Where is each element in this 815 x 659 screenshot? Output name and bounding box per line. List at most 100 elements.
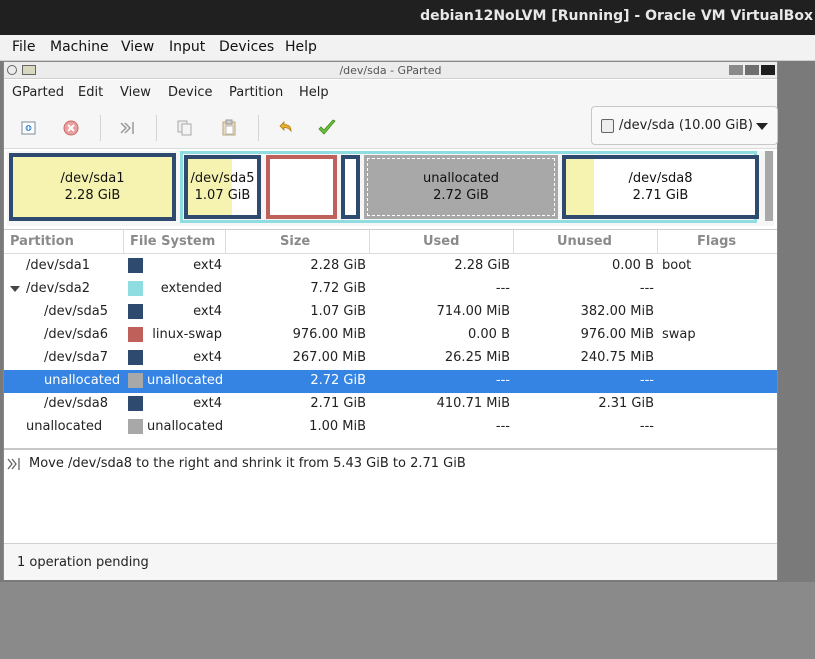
vbox-titlebar: debian12NoLVM [Running] - Oracle VM Virt… bbox=[0, 0, 815, 35]
cell-size: 2.72 GiB bbox=[310, 373, 366, 388]
vbox-menu-view[interactable]: View bbox=[121, 39, 154, 55]
diskmap-unallocated-end[interactable] bbox=[765, 151, 773, 221]
menu-gparted[interactable]: GParted bbox=[12, 85, 64, 100]
cell-used: --- bbox=[495, 419, 510, 434]
cell-unused: 976.00 MiB bbox=[580, 327, 654, 342]
cell-file-system: extended bbox=[160, 281, 222, 296]
menu-view[interactable]: View bbox=[120, 85, 151, 100]
table-row[interactable]: /dev/sda7 ext4 267.00 MiB 26.25 MiB 240.75 M… bbox=[4, 347, 777, 370]
cell-partition: unallocated bbox=[26, 419, 103, 434]
cell-partition: unallocated bbox=[44, 373, 121, 388]
resize-move-icon[interactable] bbox=[114, 115, 140, 141]
gparted-titlebar: /dev/sda - GParted bbox=[4, 62, 777, 79]
cell-file-system: ext4 bbox=[193, 350, 222, 365]
filesystem-color-swatch bbox=[128, 258, 143, 273]
filesystem-color-swatch bbox=[128, 396, 143, 411]
diskmap-sda1[interactable]: /dev/sda1 2.28 GiB bbox=[9, 153, 176, 221]
cell-file-system: unallocated bbox=[147, 373, 224, 388]
cell-size: 1.07 GiB bbox=[310, 304, 366, 319]
cell-unused: 382.00 MiB bbox=[580, 304, 654, 319]
gparted-window-title: /dev/sda - GParted bbox=[339, 64, 442, 77]
filesystem-color-swatch bbox=[128, 304, 143, 319]
diskmap-sda6[interactable] bbox=[266, 155, 337, 219]
diskmap-sda1-label: /dev/sda1 bbox=[60, 171, 125, 186]
table-row[interactable]: /dev/sda1 ext4 2.28 GiB 2.28 GiB 0.00 B boot bbox=[4, 255, 777, 278]
vbox-menu-machine[interactable]: Machine bbox=[50, 39, 109, 55]
pending-operations-pane: Move /dev/sda8 to the right and shrink i… bbox=[4, 448, 777, 543]
table-row[interactable]: unallocated unallocated 1.00 MiB --- --- bbox=[4, 416, 777, 439]
column-flags[interactable]: Flags bbox=[658, 230, 777, 254]
cell-partition: /dev/sda7 bbox=[44, 350, 108, 365]
filesystem-color-swatch bbox=[128, 281, 143, 296]
vbox-menu-help[interactable]: Help bbox=[285, 39, 317, 55]
toolbar-separator bbox=[258, 115, 259, 141]
diskmap-unallocated-label: unallocated bbox=[422, 171, 500, 186]
menu-partition[interactable]: Partition bbox=[229, 85, 283, 100]
cell-size: 2.28 GiB bbox=[310, 258, 366, 273]
paste-icon[interactable] bbox=[216, 115, 242, 141]
vbox-menu-file[interactable]: File bbox=[12, 39, 35, 55]
diskmap-unallocated-size: 2.72 GiB bbox=[433, 188, 489, 203]
diskmap-sda5-size: 1.07 GiB bbox=[194, 188, 251, 203]
menu-edit[interactable]: Edit bbox=[78, 85, 103, 100]
column-file-system[interactable]: File System bbox=[124, 230, 226, 254]
cell-size: 1.00 MiB bbox=[309, 419, 366, 434]
cell-file-system: ext4 bbox=[193, 258, 222, 273]
vbox-menubar: File Machine View Input Devices Help bbox=[0, 35, 815, 61]
maximize-button[interactable] bbox=[745, 65, 759, 75]
column-size[interactable]: Size bbox=[226, 230, 370, 254]
device-selector[interactable]: /dev/sda (10.00 GiB) bbox=[591, 106, 778, 145]
cell-flags: boot bbox=[662, 258, 692, 273]
cell-used: 714.00 MiB bbox=[436, 304, 510, 319]
diskmap-sda8-label: /dev/sda8 bbox=[628, 171, 693, 186]
cell-file-system: unallocated bbox=[147, 419, 224, 434]
cell-unused: 2.31 GiB bbox=[598, 396, 654, 411]
disk-icon bbox=[601, 119, 614, 133]
partition-table: Partition File System Size Used Unused F… bbox=[4, 229, 777, 449]
delete-partition-icon[interactable] bbox=[58, 115, 84, 141]
apply-icon[interactable] bbox=[314, 115, 340, 141]
cell-size: 2.71 GiB bbox=[310, 396, 366, 411]
new-partition-icon[interactable] bbox=[16, 115, 42, 141]
diskmap-sda5[interactable]: /dev/sda5 1.07 GiB bbox=[184, 155, 261, 219]
column-unused[interactable]: Unused bbox=[514, 230, 658, 254]
vbox-menu-input[interactable]: Input bbox=[169, 39, 205, 55]
cell-file-system: ext4 bbox=[193, 304, 222, 319]
table-row[interactable]: unallocated unallocated 2.72 GiB --- --- bbox=[4, 370, 777, 393]
cell-used: 410.71 MiB bbox=[436, 396, 510, 411]
vbox-menu-devices[interactable]: Devices bbox=[219, 39, 274, 55]
cell-size: 7.72 GiB bbox=[310, 281, 366, 296]
status-text: 1 operation pending bbox=[17, 555, 149, 570]
cell-file-system: ext4 bbox=[193, 396, 222, 411]
minimize-button[interactable] bbox=[729, 65, 743, 75]
filesystem-color-swatch bbox=[128, 373, 143, 388]
menu-device[interactable]: Device bbox=[168, 85, 212, 100]
diskmap-sda8[interactable]: /dev/sda8 2.71 GiB bbox=[562, 155, 759, 219]
table-row[interactable]: /dev/sda5 ext4 1.07 GiB 714.00 MiB 382.00 Mi… bbox=[4, 301, 777, 324]
table-row[interactable]: /dev/sda8 ext4 2.71 GiB 410.71 MiB 2.31 GiB bbox=[4, 393, 777, 416]
gparted-window: /dev/sda - GParted GParted Edit View Dev… bbox=[3, 61, 778, 580]
table-row[interactable]: /dev/sda6 linux-swap 976.00 MiB 0.00 B 976.0… bbox=[4, 324, 777, 347]
undo-icon[interactable] bbox=[272, 115, 298, 141]
guest-desktop-area bbox=[0, 582, 815, 659]
diskmap-sda5-label: /dev/sda5 bbox=[190, 171, 255, 186]
gparted-menubar: GParted Edit View Device Partition Help bbox=[4, 80, 777, 105]
pending-operation-text[interactable]: Move /dev/sda8 to the right and shrink i… bbox=[29, 456, 466, 471]
column-used[interactable]: Used bbox=[370, 230, 514, 254]
diskmap-sda1-size: 2.28 GiB bbox=[64, 188, 121, 203]
diskmap-sda7[interactable] bbox=[341, 155, 360, 219]
copy-icon[interactable] bbox=[172, 115, 198, 141]
chevron-down-icon bbox=[756, 123, 768, 130]
column-partition[interactable]: Partition bbox=[4, 230, 124, 254]
close-button[interactable] bbox=[761, 65, 775, 75]
menu-help[interactable]: Help bbox=[299, 85, 329, 100]
diskmap-unallocated[interactable]: unallocated 2.72 GiB bbox=[364, 155, 558, 219]
cell-partition: /dev/sda2 bbox=[26, 281, 90, 296]
expander-arrow-icon[interactable] bbox=[10, 286, 20, 292]
cell-unused: --- bbox=[639, 281, 654, 296]
table-row[interactable]: /dev/sda2 extended 7.72 GiB --- --- bbox=[4, 278, 777, 301]
cell-partition: /dev/sda5 bbox=[44, 304, 108, 319]
device-selector-label: /dev/sda (10.00 GiB) bbox=[619, 118, 753, 133]
diskmap-sda8-size: 2.71 GiB bbox=[632, 188, 689, 203]
gparted-toolbar: /dev/sda (10.00 GiB) bbox=[4, 105, 778, 149]
